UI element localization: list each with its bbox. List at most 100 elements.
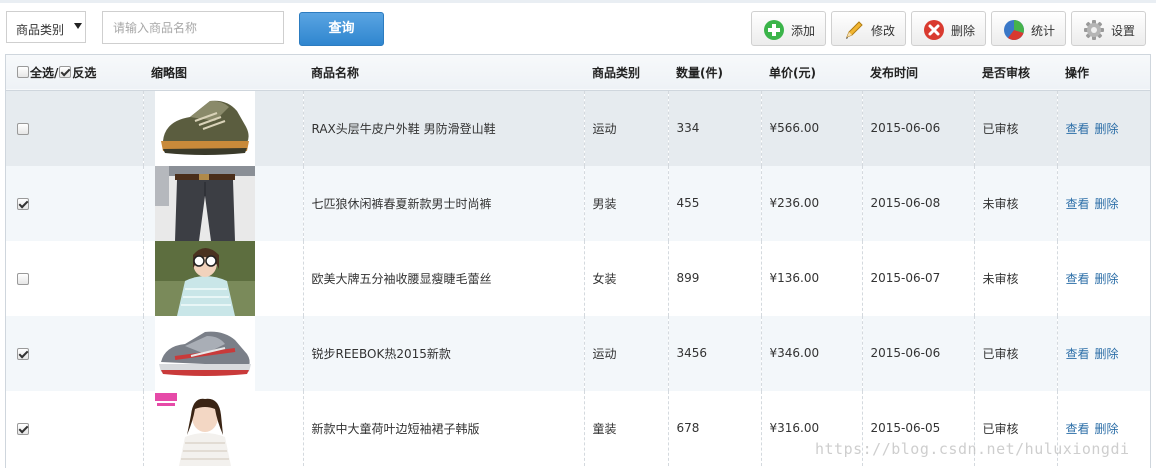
row-check-cell <box>6 90 143 166</box>
row-qty: 899 <box>667 240 761 316</box>
row-actions: 查看 删除 <box>1056 315 1150 391</box>
add-button-label: 添加 <box>791 24 816 38</box>
header-price: 单价(元) <box>769 65 816 80</box>
row-checkbox[interactable] <box>17 347 29 360</box>
row-category: 男装 <box>583 165 668 241</box>
delete-x-circle-icon <box>924 20 944 40</box>
row-price: ¥566.00 <box>760 90 862 166</box>
men-trousers-image <box>154 165 255 241</box>
delete-button[interactable]: 删除 <box>911 11 986 46</box>
header-select-cell: 全选/ 反选 <box>6 55 143 90</box>
row-price: ¥236.00 <box>760 165 862 241</box>
row-check-cell <box>6 316 143 391</box>
settings-button[interactable]: 设置 <box>1071 11 1146 46</box>
edit-button[interactable]: 修改 <box>831 11 906 46</box>
delete-button-label: 删除 <box>951 24 976 38</box>
row-actions: 查看 删除 <box>1056 240 1150 316</box>
row-qty: 678 <box>667 390 761 466</box>
row-category: 女装 <box>583 240 668 316</box>
row-checkbox[interactable] <box>17 422 29 435</box>
toolbar: 商品类别 查询 添加 修改 删除 统计 <box>0 0 1156 54</box>
row-qty: 455 <box>667 165 761 241</box>
row-price: ¥136.00 <box>760 240 862 316</box>
row-reviewed: 未审核 <box>973 165 1057 241</box>
pie-chart-icon <box>1004 20 1024 40</box>
hiking-shoe-image <box>154 90 255 166</box>
header-thumb: 缩略图 <box>151 65 188 80</box>
view-link[interactable]: 查看 <box>1066 122 1090 136</box>
table-header-row: 全选/ 反选 缩略图 商品名称 商品类别 数量(件) 单价(元) 发布时间 是否… <box>6 55 1150 90</box>
stats-button[interactable]: 统计 <box>991 11 1066 46</box>
row-checkbox[interactable] <box>17 197 29 210</box>
product-name-search-input[interactable] <box>102 11 284 44</box>
row-date: 2015-06-07 <box>861 240 974 316</box>
category-select[interactable]: 商品类别 <box>6 11 86 43</box>
dropdown-arrow-icon <box>74 23 82 29</box>
row-check-cell <box>6 241 143 316</box>
pencil-icon <box>846 21 863 39</box>
row-qty: 3456 <box>667 315 761 391</box>
row-check-cell <box>6 166 143 241</box>
header-reviewed: 是否审核 <box>982 65 1031 80</box>
edit-button-label: 修改 <box>871 24 896 38</box>
row-name: 七匹狼休闲裤春夏新款男士时尚裤 <box>302 165 584 241</box>
view-link[interactable]: 查看 <box>1066 197 1090 211</box>
select-all-label: 全选/ <box>30 65 59 80</box>
row-date: 2015-06-06 <box>861 90 974 166</box>
row-checkbox[interactable] <box>17 122 29 135</box>
settings-button-label: 设置 <box>1111 24 1136 38</box>
delete-link[interactable]: 删除 <box>1095 122 1119 136</box>
row-thumb-cell <box>142 165 303 241</box>
row-reviewed: 已审核 <box>973 90 1057 166</box>
invert-select-label: 反选 <box>72 65 97 80</box>
row-check-cell <box>6 391 143 466</box>
header-action: 操作 <box>1065 65 1090 80</box>
watermark-text: https://blog.csdn.net/huluxiongdi <box>815 440 1130 458</box>
delete-link[interactable]: 删除 <box>1095 272 1119 286</box>
header-qty: 数量(件) <box>676 65 723 80</box>
header-name: 商品名称 <box>311 65 360 80</box>
stats-button-label: 统计 <box>1031 24 1056 38</box>
sneaker-image <box>154 315 255 391</box>
row-category: 童装 <box>583 390 668 466</box>
plus-circle-icon <box>764 20 784 40</box>
row-actions: 查看 删除 <box>1056 90 1150 166</box>
row-thumb-cell <box>142 90 303 166</box>
row-date: 2015-06-06 <box>861 315 974 391</box>
query-button[interactable]: 查询 <box>299 12 384 46</box>
gear-icon <box>1084 20 1104 40</box>
row-reviewed: 已审核 <box>973 315 1057 391</box>
view-link[interactable]: 查看 <box>1066 422 1090 436</box>
row-thumb-cell <box>142 390 303 466</box>
product-table: 全选/ 反选 缩略图 商品名称 商品类别 数量(件) 单价(元) 发布时间 是否… <box>5 54 1151 468</box>
select-all-checkbox[interactable] <box>17 66 29 78</box>
header-date: 发布时间 <box>870 65 919 80</box>
row-category: 运动 <box>583 90 668 166</box>
row-name: 欧美大牌五分袖收腰显瘦睫毛蕾丝 <box>302 240 584 316</box>
row-actions: 查看 删除 <box>1056 165 1150 241</box>
row-thumb-cell <box>142 240 303 316</box>
row-category: 运动 <box>583 315 668 391</box>
table-row: 锐步REEBOK热2015新款 运动 3456 ¥346.00 2015-06-… <box>6 315 1150 391</box>
table-row: 欧美大牌五分袖收腰显瘦睫毛蕾丝 女装 899 ¥136.00 2015-06-0… <box>6 240 1150 316</box>
delete-link[interactable]: 删除 <box>1095 347 1119 361</box>
view-link[interactable]: 查看 <box>1066 272 1090 286</box>
row-name: 新款中大童荷叶边短袖裙子韩版 <box>302 390 584 466</box>
table-row: RAX头层牛皮户外鞋 男防滑登山鞋 运动 334 ¥566.00 2015-06… <box>6 90 1150 166</box>
delete-link[interactable]: 删除 <box>1095 422 1119 436</box>
delete-link[interactable]: 删除 <box>1095 197 1119 211</box>
view-link[interactable]: 查看 <box>1066 347 1090 361</box>
invert-select-checkbox[interactable] <box>59 66 72 78</box>
row-reviewed: 未审核 <box>973 240 1057 316</box>
category-select-value: 商品类别 <box>16 23 65 37</box>
row-date: 2015-06-08 <box>861 165 974 241</box>
lace-top-model-image <box>154 240 255 316</box>
row-name: RAX头层牛皮户外鞋 男防滑登山鞋 <box>302 90 584 166</box>
row-checkbox[interactable] <box>17 272 29 285</box>
add-button[interactable]: 添加 <box>751 11 826 46</box>
table-row: 七匹狼休闲裤春夏新款男士时尚裤 男装 455 ¥236.00 2015-06-0… <box>6 165 1150 241</box>
row-thumb-cell <box>142 315 303 391</box>
girl-dress-image <box>154 390 255 466</box>
row-qty: 334 <box>667 90 761 166</box>
row-name: 锐步REEBOK热2015新款 <box>302 315 584 391</box>
